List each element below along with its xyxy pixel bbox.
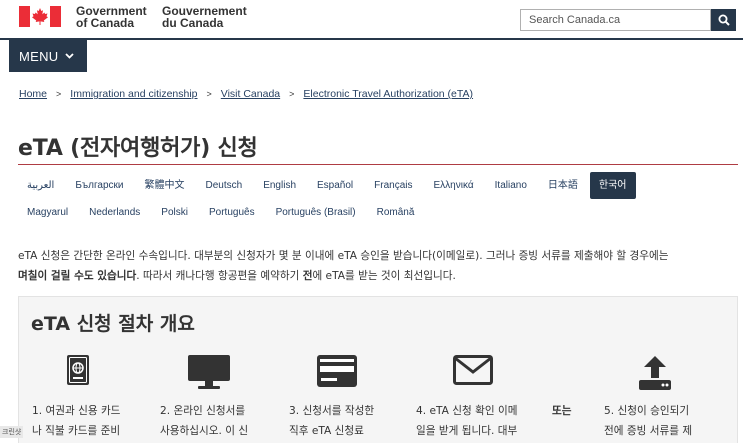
lang-spanish[interactable]: Español: [308, 172, 365, 199]
lang-romanian[interactable]: Română: [368, 199, 427, 226]
envelope-icon: [453, 354, 493, 390]
menu-button[interactable]: MENU: [9, 40, 87, 72]
lang-french[interactable]: Français: [365, 172, 424, 199]
breadcrumb-eta[interactable]: Electronic Travel Authorization (eTA): [303, 88, 473, 100]
breadcrumb-immigration[interactable]: Immigration and citizenship: [70, 88, 197, 100]
step-3-text: 3. 신청서를 작성한 직후 eTA 신청료: [289, 405, 375, 437]
upload-icon: [636, 354, 674, 396]
search-input[interactable]: Search Canada.ca: [520, 9, 711, 31]
lang-english[interactable]: English: [254, 172, 308, 199]
lang-bulgarian[interactable]: Български: [66, 172, 135, 199]
wordmark-fr-line2: du Canada: [162, 16, 224, 30]
breadcrumb-home[interactable]: Home: [19, 88, 47, 100]
menu-label: MENU: [19, 48, 59, 64]
breadcrumb: Home > Immigration and citizenship > Vis…: [19, 88, 473, 100]
breadcrumb-separator-icon: >: [206, 89, 212, 99]
intro-line1: eTA 신청은 간단한 온라인 수속입니다. 대부분의 신청자가 몇 분 이내에…: [18, 250, 669, 262]
intro-bold-before: 전: [302, 270, 313, 282]
language-selector: العربية Български 繁體中文 Deutsch English E…: [18, 172, 738, 226]
intro-paragraph: eTA 신청은 간단한 온라인 수속입니다. 대부분의 신청자가 몇 분 이내에…: [18, 246, 740, 286]
passport-icon: [66, 354, 90, 390]
lang-greek[interactable]: Ελληνικά: [425, 172, 486, 199]
lang-japanese[interactable]: 日本語: [539, 172, 590, 199]
search-button[interactable]: [711, 9, 736, 31]
canada-flag-icon[interactable]: [19, 6, 61, 27]
header-divider: [0, 38, 743, 40]
lang-arabic[interactable]: العربية: [18, 172, 66, 199]
lang-dutch[interactable]: Nederlands: [80, 199, 152, 226]
lang-italian[interactable]: Italiano: [486, 172, 539, 199]
lang-german[interactable]: Deutsch: [197, 172, 255, 199]
site-header: Government of Canada Gouvernement du Can…: [0, 0, 743, 38]
or-label: 또는: [552, 405, 572, 417]
credit-card-icon: [316, 354, 358, 392]
lang-korean-active[interactable]: 한국어: [589, 172, 636, 199]
government-of-canada-wordmark[interactable]: Government of Canada: [76, 5, 147, 29]
overview-title: eTA 신청 절차 개요: [31, 313, 195, 335]
process-overview: eTA 신청 절차 개요 1. 여권과 신용 카드 나 직불 카드를 준비 2.…: [18, 296, 738, 443]
chevron-down-icon: [65, 51, 75, 61]
search-icon: [718, 14, 730, 26]
breadcrumb-separator-icon: >: [56, 89, 62, 99]
title-divider: [18, 164, 738, 165]
step-5-text: 5. 신청이 승인되기 전에 증빙 서류를 제: [604, 405, 693, 437]
step-2-text: 2. 온라인 신청서를 사용하십시오. 이 신: [160, 405, 249, 437]
step-4-text: 4. eTA 신청 확인 이메 일을 받게 됩니다. 대부: [416, 405, 518, 437]
computer-monitor-icon: [187, 354, 231, 394]
step-1-text: 1. 여권과 신용 카드 나 직불 카드를 준비: [32, 405, 121, 437]
breadcrumb-separator-icon: >: [289, 89, 295, 99]
gouvernement-du-canada-wordmark[interactable]: Gouvernement du Canada: [162, 5, 247, 29]
lang-hungarian[interactable]: Magyarul: [18, 199, 80, 226]
lang-portuguese[interactable]: Português: [200, 199, 267, 226]
intro-mid: . 따라서 캐나다행 항공편을 예약하기: [136, 270, 303, 282]
intro-bold-days: 며칠이 걸릴 수도 있습니다: [18, 270, 137, 282]
wordmark-en-line2: of Canada: [76, 16, 135, 30]
breadcrumb-visit-canada[interactable]: Visit Canada: [221, 88, 280, 100]
page-title: eTA (전자여행허가) 신청: [18, 136, 258, 161]
intro-end: 에 eTA를 받는 것이 최선입니다.: [312, 270, 456, 282]
lang-polish[interactable]: Polski: [152, 199, 200, 226]
lang-chinese-traditional[interactable]: 繁體中文: [136, 172, 197, 199]
lang-portuguese-brazil[interactable]: Português (Brasil): [267, 199, 368, 226]
screenshot-tab-label[interactable]: 크린샷: [0, 426, 24, 438]
